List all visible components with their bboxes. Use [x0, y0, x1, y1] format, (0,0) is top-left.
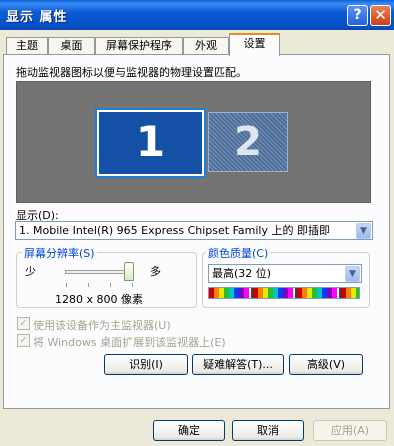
cancel-button[interactable]: 取消 [232, 420, 304, 441]
close-icon: ✕ [374, 6, 387, 24]
tab-screensaver[interactable]: 屏幕保护程序 [95, 37, 183, 55]
monitor-1-icon[interactable]: 1 [95, 108, 206, 178]
help-button[interactable]: ? [347, 5, 368, 26]
ok-button[interactable]: 确定 [153, 420, 225, 441]
display-select-value: 1. Mobile Intel(R) 965 Express Chipset F… [19, 224, 330, 237]
primary-monitor-label: 使用该设备作为主监视器(U) [33, 319, 171, 332]
color-quality-value: 最高(32 位) [212, 267, 272, 280]
resolution-slider-ticks [66, 283, 134, 287]
tab-strip: 主题 桌面 屏幕保护程序 外观 设置 [3, 33, 391, 56]
resolution-slider-track[interactable] [65, 270, 133, 274]
chevron-down-icon[interactable]: ▼ [356, 223, 371, 239]
color-quality-title: 颜色质量(C) [206, 245, 271, 261]
advanced-button[interactable]: 高级(V) [289, 354, 363, 375]
extend-desktop-label: 将 Windows 桌面扩展到该监视器上(E) [33, 336, 226, 349]
color-spectrum-bar [208, 287, 360, 299]
title-bar[interactable]: 显示 属性 ? ✕ [0, 0, 394, 30]
resolution-slider-thumb[interactable] [124, 262, 134, 281]
resolution-less-label: 少 [25, 265, 36, 278]
help-icon: ? [353, 7, 362, 23]
tab-theme[interactable]: 主题 [6, 37, 48, 55]
color-quality-select[interactable]: 最高(32 位) ▼ [208, 264, 362, 283]
close-button[interactable]: ✕ [370, 5, 391, 26]
extend-desktop-checkbox[interactable]: ✓ [17, 334, 30, 347]
tab-settings[interactable]: 设置 [229, 33, 280, 56]
identify-button[interactable]: 识别(I) [104, 354, 188, 375]
troubleshoot-button[interactable]: 疑难解答(T)... [192, 354, 284, 375]
apply-button[interactable]: 应用(A) [313, 420, 387, 441]
window-title: 显示 属性 [6, 10, 68, 25]
resolution-value: 1280 x 800 像素 [55, 293, 143, 306]
monitor-2-icon[interactable]: 2 [208, 112, 288, 172]
resolution-more-label: 多 [150, 265, 161, 278]
instruction-text: 拖动监视器图标以便与监视器的物理设置匹配。 [16, 66, 247, 79]
resolution-title: 屏幕分辨率(S) [22, 245, 97, 261]
tab-appearance[interactable]: 外观 [183, 37, 229, 55]
tab-desktop[interactable]: 桌面 [48, 37, 95, 55]
chevron-down-icon[interactable]: ▼ [345, 266, 360, 282]
primary-monitor-checkbox[interactable]: ✓ [17, 317, 30, 330]
display-select[interactable]: 1. Mobile Intel(R) 965 Express Chipset F… [15, 221, 373, 240]
